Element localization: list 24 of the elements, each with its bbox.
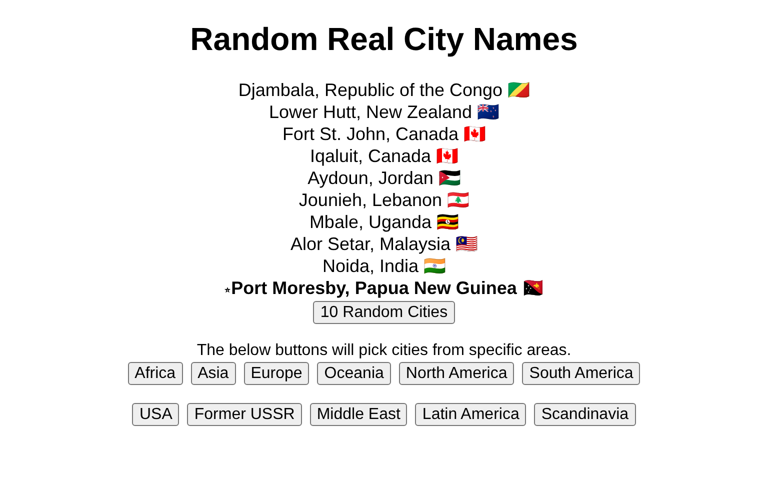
area-button[interactable]: South America: [522, 362, 640, 385]
city-entry: Alor Setar, Malaysia 🇲🇾: [290, 233, 478, 255]
random-cities-button[interactable]: 10 Random Cities: [313, 301, 455, 324]
city-entry: Djambala, Republic of the Congo 🇨🇬: [238, 79, 530, 101]
area-button[interactable]: Middle East: [310, 403, 408, 426]
area-button[interactable]: Scandinavia: [534, 403, 636, 426]
area-button[interactable]: Europe: [244, 362, 310, 385]
city-entry: Iqaluit, Canada 🇨🇦: [310, 145, 458, 167]
area-button[interactable]: North America: [398, 362, 514, 385]
area-button[interactable]: Asia: [190, 362, 236, 385]
area-button[interactable]: Africa: [128, 362, 183, 385]
area-button[interactable]: Latin America: [415, 403, 526, 426]
city-entry: Lower Hutt, New Zealand 🇳🇿: [268, 101, 500, 123]
area-button[interactable]: Former USSR: [187, 403, 302, 426]
city-entry: Aydoun, Jordan 🇯🇴: [308, 167, 460, 189]
area-button[interactable]: Oceania: [317, 362, 391, 385]
city-entry: Noida, India 🇮🇳: [322, 255, 446, 277]
hint-text: The below buttons will pick cities from specific areas.: [196, 342, 572, 360]
page-title: Random Real City Names: [190, 21, 578, 58]
area-button[interactable]: USA: [132, 403, 180, 426]
city-entry: Jounieh, Lebanon 🇱🇧: [298, 189, 470, 211]
city-entry: ⭒Port Moresby, Papua New Guinea 🇵🇬: [224, 277, 544, 300]
city-entry: Mbale, Uganda 🇺🇬: [309, 211, 459, 233]
city-entry: Fort St. John, Canada 🇨🇦: [282, 123, 486, 145]
